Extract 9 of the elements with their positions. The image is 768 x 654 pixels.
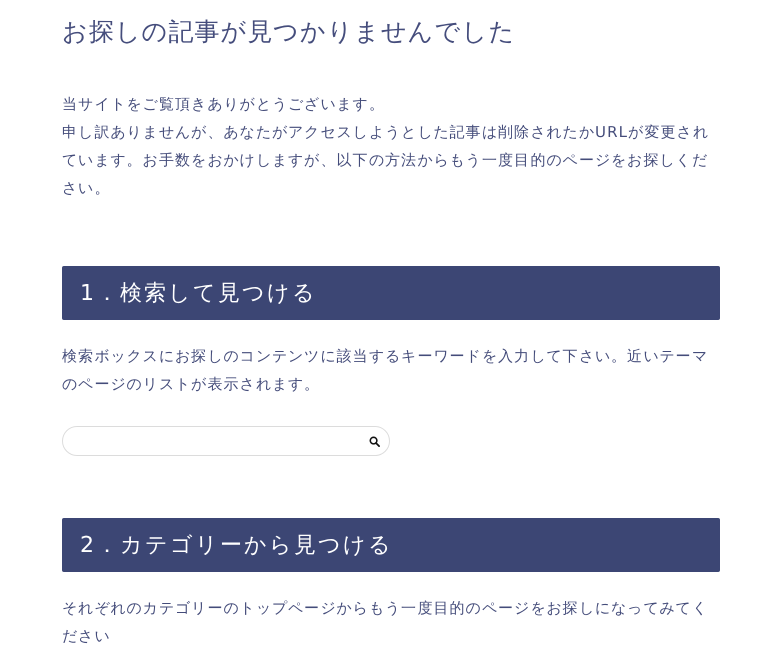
section-heading: 2．カテゴリーから見つける	[62, 518, 720, 572]
search-field[interactable]	[62, 426, 390, 456]
section-description: 検索ボックスにお探しのコンテンツに該当するキーワードを入力して下さい。近いテーマのページのリストが表示されます。	[62, 346, 709, 395]
section-description: それぞれのカテゴリーのトップページからもう一度目的のページをお探しになってみてください	[62, 598, 709, 647]
intro-text: 当サイトをご覧頂きありがとうございます。	[62, 94, 386, 115]
section-heading: 1．検索して見つける	[62, 266, 720, 320]
search-icon[interactable]	[369, 436, 380, 446]
intro-text: 申し訳ありませんが、あなたがアクセスしようとした記事は削除されたかURLが変更されています。お手数をおかけしますが、以下の方法からもう一度目的のページをお探しください。	[62, 122, 710, 199]
page-title: お探しの記事が見つかりませんでした	[62, 16, 516, 48]
